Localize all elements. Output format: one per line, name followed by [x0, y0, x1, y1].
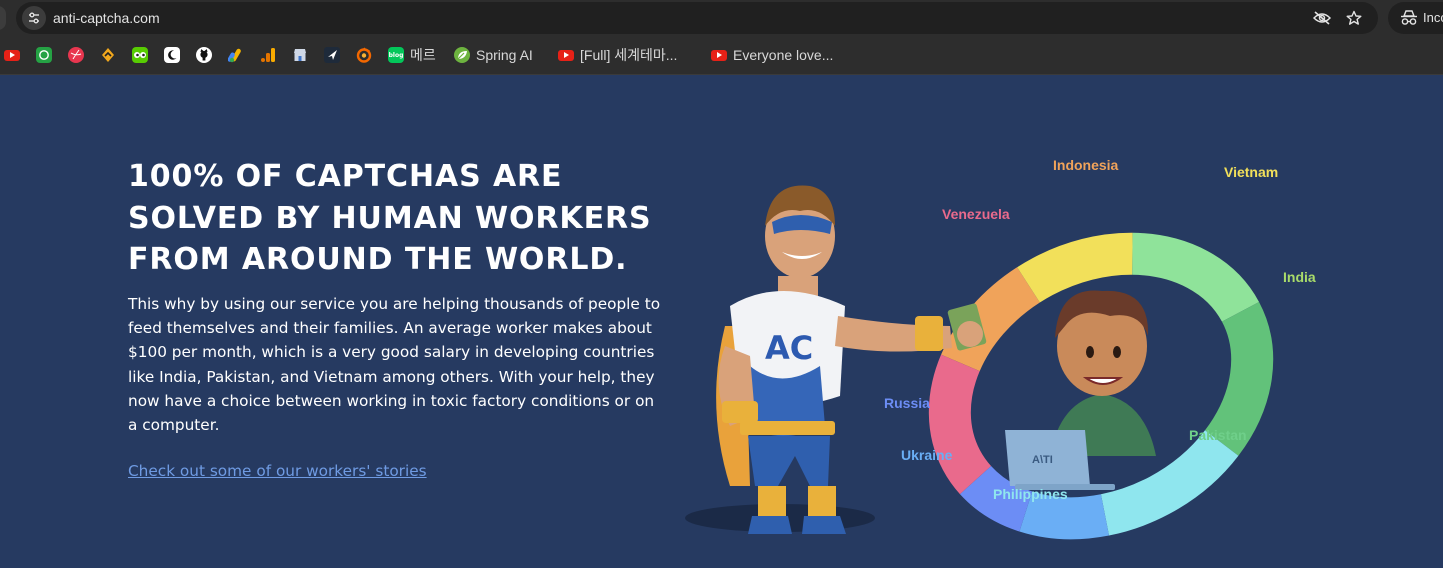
- eye-off-icon[interactable]: [1312, 8, 1332, 28]
- page-headline: 100% OF CAPTCHAS ARE SOLVED BY HUMAN WOR…: [128, 159, 652, 277]
- dribbble-icon: [68, 47, 84, 63]
- omnibox[interactable]: anti-captcha.com: [16, 2, 1378, 34]
- url-text[interactable]: anti-captcha.com: [53, 2, 160, 34]
- store-icon: [292, 47, 308, 63]
- grafana-icon: [356, 47, 372, 63]
- mascot-badge: AC: [765, 329, 813, 367]
- address-bar: anti-captcha.com Incognito: [0, 0, 1443, 36]
- bookmark-label: [Full] 세계테마...: [580, 47, 678, 63]
- site-info-icon[interactable]: [22, 6, 46, 30]
- bookmark-whatsapp[interactable]: [36, 46, 52, 64]
- page-content: 100% OF CAPTCHAS ARE SOLVED BY HUMAN WOR…: [0, 76, 1443, 568]
- back-button[interactable]: [0, 6, 6, 30]
- profile-button[interactable]: Incognito: [1388, 2, 1443, 34]
- bookmark-analytics[interactable]: [260, 46, 276, 64]
- bookmark-github[interactable]: [196, 46, 212, 64]
- bookmark-label: Spring AI: [476, 47, 533, 63]
- bookmark-dribbble[interactable]: [68, 46, 84, 64]
- profile-label: Incognito: [1423, 10, 1443, 25]
- bookmark-label: 메르: [410, 47, 436, 63]
- youtube-icon: [4, 49, 20, 61]
- incognito-icon: [1400, 10, 1418, 30]
- google-ads-icon: [228, 47, 244, 63]
- country-label-philippines: Philippines: [993, 486, 1068, 502]
- whatsapp-icon: [36, 47, 52, 63]
- github-icon: [196, 47, 212, 63]
- naver-blog-icon: blog: [388, 47, 404, 63]
- bookmark-hashnode[interactable]: [100, 46, 116, 64]
- country-label-venezuela: Venezuela: [942, 206, 1010, 222]
- spring-icon: [454, 47, 470, 63]
- workers-illustration: A\TI AC Indonesia Vietnam Venezuela Indi…: [670, 156, 1316, 556]
- country-label-vietnam: Vietnam: [1224, 164, 1279, 180]
- bookmark-moon[interactable]: [164, 46, 180, 64]
- hashnode-icon: [100, 47, 116, 63]
- country-label-ukraine: Ukraine: [901, 447, 953, 463]
- youtube-icon: [558, 49, 574, 61]
- bookmark-youtube-full[interactable]: [Full] 세계테마...: [558, 46, 677, 64]
- bookmark-label: Everyone love...: [733, 47, 834, 63]
- bookmark-spring-ai[interactable]: Spring AI: [454, 46, 533, 64]
- moon-icon: [164, 47, 180, 63]
- country-label-indonesia: Indonesia: [1053, 157, 1119, 173]
- bookmark-cursor[interactable]: [324, 46, 340, 64]
- bookmark-store[interactable]: [292, 46, 308, 64]
- analytics-icon: [260, 47, 276, 63]
- bookmark-grafana[interactable]: [356, 46, 372, 64]
- cursor-icon: [324, 47, 340, 63]
- youtube-icon: [711, 49, 727, 61]
- bookmarks-bar: blog 메르 Spring AI [Full] 세계테마... Everyon…: [0, 36, 1443, 75]
- country-label-india: India: [1283, 269, 1316, 285]
- country-label-russia: Russia: [884, 395, 930, 411]
- star-icon[interactable]: [1344, 8, 1364, 28]
- bookmark-google-ads[interactable]: [228, 46, 244, 64]
- body-paragraph: This why by using our service you are he…: [128, 295, 661, 435]
- bookmark-youtube-everyone[interactable]: Everyone love...: [711, 46, 833, 64]
- workers-stories-link[interactable]: Check out some of our workers' stories: [128, 460, 427, 482]
- bookmark-naver-blog[interactable]: blog 메르: [388, 46, 436, 64]
- bookmark-duolingo[interactable]: [132, 46, 148, 64]
- country-label-pakistan: Pakistan: [1189, 427, 1247, 443]
- laptop-logo: A\TI: [1032, 454, 1053, 466]
- bookmark-youtube[interactable]: [4, 46, 20, 64]
- duolingo-icon: [132, 47, 148, 63]
